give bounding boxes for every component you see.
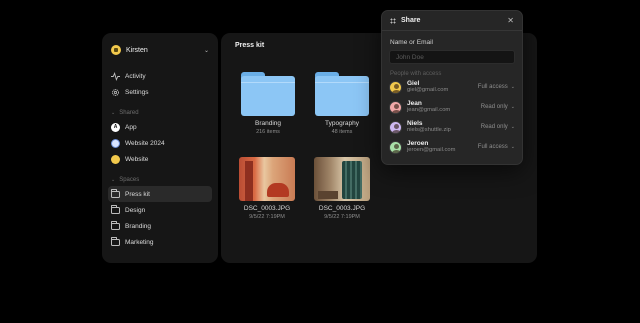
file-name: DSC_0003.JPG <box>243 205 291 212</box>
person-name: Jean <box>407 99 422 107</box>
file-tile[interactable]: DSC_0003.JPG 9/5/22 7:19PM <box>307 157 377 220</box>
access-dropdown[interactable]: Read only ⌄ <box>481 124 515 130</box>
access-label: Full access <box>477 144 508 150</box>
workspace-switcher[interactable]: Kirsten ⌄ <box>108 39 212 61</box>
space-item-branding[interactable]: Branding <box>108 218 212 234</box>
website-badge-icon <box>111 138 120 148</box>
section-label: Shared <box>119 109 139 116</box>
chevron-down-icon: ⌄ <box>111 109 116 116</box>
access-dropdown[interactable]: Full access ⌄ <box>478 144 515 150</box>
person-row: Jean jean@gmail.com Read only ⌄ <box>389 97 515 117</box>
folder-icon <box>241 72 295 116</box>
workspace-name: Kirsten <box>126 46 148 54</box>
share-title: Share <box>401 17 421 24</box>
shared-item-label: Website <box>125 155 149 163</box>
shared-item-label: App <box>125 123 137 131</box>
gear-icon <box>111 88 120 97</box>
close-icon[interactable]: ✕ <box>507 16 514 25</box>
page-title: Press kit <box>235 42 265 49</box>
folder-count: 216 items <box>256 129 280 135</box>
share-header: Share ✕ <box>382 11 522 31</box>
chevron-down-icon: ⌄ <box>510 144 515 150</box>
person-row: Giel giel@gmail.com Full access ⌄ <box>389 77 515 97</box>
nav-item-label: Activity <box>125 72 146 80</box>
access-label: Full access <box>477 84 508 90</box>
shared-item-label: Website 2024 <box>125 139 165 147</box>
nav-item-label: Settings <box>125 88 149 96</box>
website-badge-icon <box>111 154 120 164</box>
photo-thumbnail <box>239 157 295 201</box>
chevron-down-icon: ⌄ <box>111 176 116 183</box>
chevron-down-icon: ⌄ <box>510 104 515 110</box>
nav-item-settings[interactable]: Settings <box>108 84 212 100</box>
folder-icon <box>111 220 120 230</box>
section-shared[interactable]: ⌄ Shared <box>108 106 212 119</box>
folder-tile-typography[interactable]: Typography 48 items <box>307 72 377 135</box>
field-label: Name or Email <box>390 39 433 46</box>
workspace-avatar <box>111 45 121 55</box>
chevron-down-icon: ⌄ <box>510 124 515 130</box>
avatar <box>389 140 402 154</box>
drag-handle-icon[interactable] <box>390 17 396 24</box>
person-name: Niels <box>407 119 423 127</box>
share-dialog: Share ✕ Name or Email People with access… <box>381 10 523 165</box>
sidebar: Kirsten ⌄ Activity Settings ⌄ Shared A A… <box>102 33 218 263</box>
file-date: 9/5/22 7:19PM <box>249 214 285 220</box>
chevron-down-icon: ⌄ <box>510 84 515 90</box>
email-field-wrapper <box>389 50 515 64</box>
folder-icon <box>111 236 120 246</box>
person-email: jeroen@gmail.com <box>407 147 456 154</box>
person-row: Jeroen jeroen@gmail.com Full access ⌄ <box>389 137 515 157</box>
person-email: jean@gmail.com <box>407 107 451 114</box>
email-field[interactable] <box>396 53 508 61</box>
folder-count: 48 items <box>331 129 353 135</box>
section-spaces[interactable]: ⌄ Spaces <box>108 173 212 186</box>
access-label: Read only <box>480 104 508 110</box>
shared-item-app[interactable]: A App <box>108 119 212 135</box>
person-email: niels@shuttle.zip <box>407 127 451 134</box>
person-email: giel@gmail.com <box>407 87 449 94</box>
avatar <box>389 100 402 114</box>
space-item-marketing[interactable]: Marketing <box>108 234 212 250</box>
person-name: Jeroen <box>407 139 429 147</box>
photo-thumbnail <box>314 157 370 201</box>
shared-item-website-2024[interactable]: Website 2024 <box>108 135 212 151</box>
file-tile[interactable]: DSC_0003.JPG 9/5/22 7:19PM <box>232 157 302 220</box>
folder-icon <box>111 204 120 214</box>
space-item-label: Design <box>125 206 146 214</box>
person-name: Giel <box>407 79 420 87</box>
avatar <box>389 80 402 94</box>
space-item-label: Branding <box>125 222 152 230</box>
shared-item-website[interactable]: Website <box>108 151 212 167</box>
access-dropdown[interactable]: Full access ⌄ <box>478 84 515 90</box>
file-date: 9/5/22 7:19PM <box>324 214 360 220</box>
folder-tile-branding[interactable]: Branding 216 items <box>233 72 303 135</box>
section-label: Spaces <box>119 176 140 183</box>
space-item-design[interactable]: Design <box>108 202 212 218</box>
activity-icon <box>111 71 120 81</box>
space-item-label: Marketing <box>125 238 154 246</box>
space-item-press-kit[interactable]: Press kit <box>108 186 212 202</box>
folder-name: Branding <box>254 120 282 127</box>
app-badge-icon: A <box>111 122 120 132</box>
folder-icon <box>111 188 120 198</box>
chevron-down-icon: ⌄ <box>203 47 209 54</box>
file-name: DSC_0003.JPG <box>318 205 366 212</box>
nav-item-activity[interactable]: Activity <box>108 68 212 84</box>
avatar <box>389 120 402 134</box>
folder-name: Typography <box>325 120 359 127</box>
access-dropdown[interactable]: Read only ⌄ <box>481 104 515 110</box>
space-item-label: Press kit <box>125 190 150 198</box>
folder-icon <box>315 72 369 116</box>
access-label: Read only <box>480 124 508 130</box>
person-row: Niels niels@shuttle.zip Read only ⌄ <box>389 117 515 137</box>
